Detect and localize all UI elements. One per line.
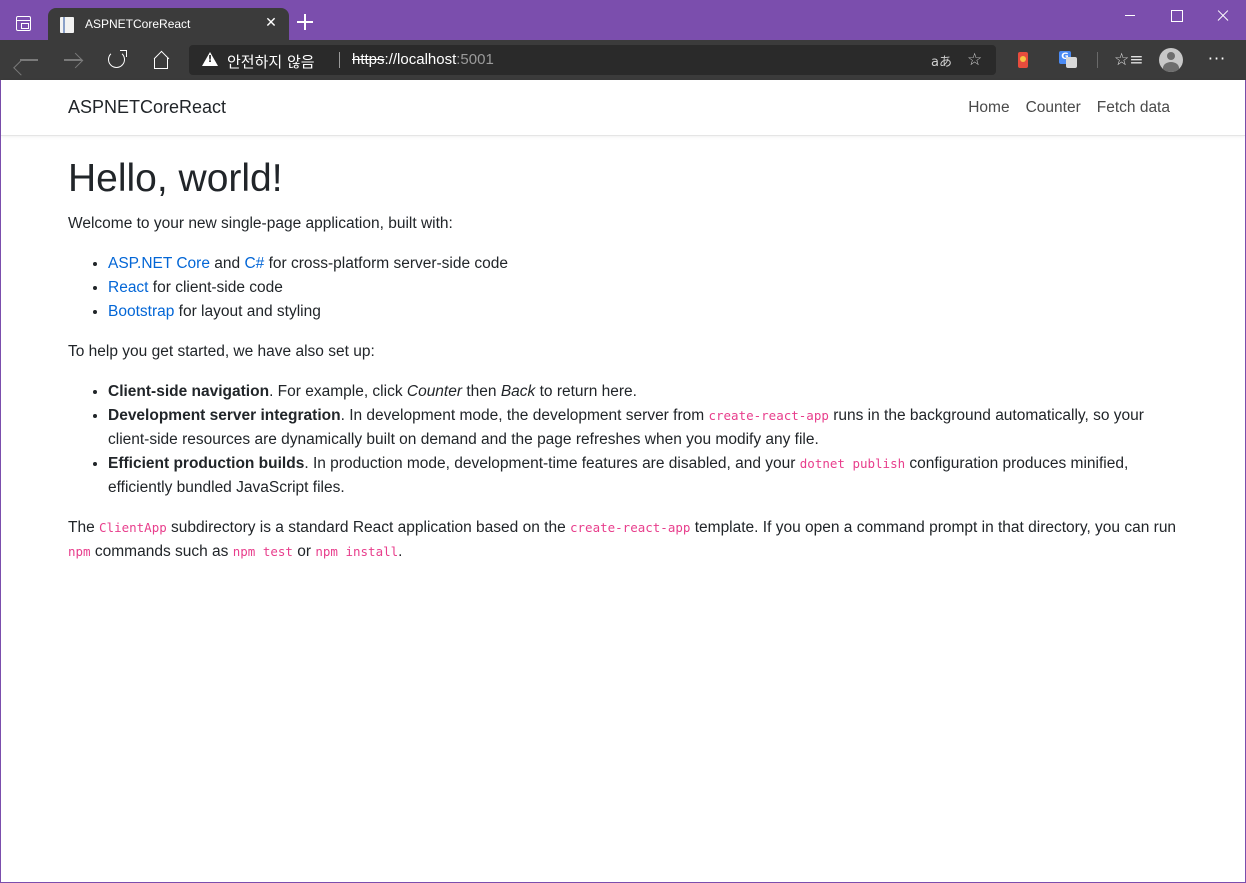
url-port: :5001 (456, 51, 494, 68)
setup-intro-text: To help you get started, we have also se… (68, 343, 375, 360)
app-brand[interactable]: ASPNETCoreReact (68, 97, 226, 118)
list-item: Bootstrap for layout and styling (108, 300, 1178, 324)
react-link[interactable]: React (108, 279, 149, 296)
forward-button[interactable] (61, 48, 85, 72)
forward-arrow-icon (64, 59, 82, 61)
nav-link-fetch-data[interactable]: Fetch data (1097, 99, 1170, 117)
footer-text: The (68, 519, 100, 536)
close-window-button[interactable] (1199, 0, 1245, 30)
page-favicon-icon (60, 17, 74, 33)
maximize-button[interactable] (1153, 0, 1199, 30)
footer-text: template. If you open a command prompt i… (690, 519, 1177, 536)
title-bar: ASPNETCoreReact ✕ (0, 0, 1246, 41)
web-page: ASPNETCoreReact Home Counter Fetch data … (1, 80, 1245, 882)
back-arrow-icon (20, 59, 38, 61)
tab-title: ASPNETCoreReact (85, 17, 191, 31)
feature-title: Development server integration (108, 407, 341, 424)
address-bar[interactable]: 안전하지 않음 https://localhost:5001 aあ ☆ (189, 45, 996, 75)
address-divider (339, 52, 340, 68)
tab-close-icon[interactable]: ✕ (263, 15, 279, 31)
tab-active[interactable]: ASPNETCoreReact ✕ (48, 8, 289, 41)
tab-actions-icon[interactable] (16, 16, 31, 31)
feature-emphasis: Back (500, 383, 536, 400)
favorites-icon[interactable]: ☆≡ (1114, 48, 1143, 72)
list-item-text: for client-side code (148, 279, 283, 296)
feature-text: . In development mode, the development s… (340, 407, 709, 424)
feature-text: to return here. (535, 383, 637, 400)
footer-text: subdirectory is a standard React applica… (166, 519, 570, 536)
extension-icon[interactable] (1014, 50, 1032, 70)
nav-link-counter[interactable]: Counter (1026, 99, 1081, 117)
code-snippet: create-react-app (570, 520, 691, 535)
profile-avatar[interactable] (1159, 48, 1183, 72)
list-item: React for client-side code (108, 276, 1178, 300)
url-scheme: https (352, 51, 385, 68)
list-item-text: for cross-platform server-side code (264, 255, 509, 272)
footer-text: . (398, 543, 403, 560)
toolbar-divider (1097, 52, 1098, 68)
new-tab-icon[interactable] (296, 13, 314, 31)
read-aloud-icon[interactable]: aあ (931, 51, 952, 70)
list-item: Client-side navigation. For example, cli… (108, 380, 1178, 404)
list-item-text: and (209, 255, 245, 272)
code-snippet: create-react-app (708, 408, 829, 423)
add-favorite-icon[interactable]: ☆ (967, 50, 982, 70)
refresh-icon (108, 50, 127, 68)
warning-icon[interactable] (202, 52, 218, 66)
list-item-text: for layout and styling (174, 303, 321, 320)
list-item: Efficient production builds. In producti… (108, 452, 1178, 500)
browser-toolbar: 안전하지 않음 https://localhost:5001 aあ ☆ ☆≡ ·… (0, 40, 1246, 80)
code-snippet: npm install (315, 544, 399, 559)
footer-paragraph: The ClientApp subdirectory is a standard… (68, 516, 1178, 564)
footer-text: or (292, 543, 316, 560)
feature-text: then (462, 383, 501, 400)
bootstrap-link[interactable]: Bootstrap (108, 303, 174, 320)
url-separator: :// (384, 51, 398, 68)
home-icon-body (154, 58, 168, 69)
url-text[interactable]: https://localhost:5001 (352, 51, 494, 68)
aspnet-core-link[interactable]: ASP.NET Core (108, 255, 210, 272)
page-heading: Hello, world! (68, 157, 283, 200)
list-item: Development server integration. In devel… (108, 404, 1178, 452)
main-content: Hello, world! Welcome to your new single… (68, 156, 1178, 580)
minimize-button[interactable] (1107, 0, 1153, 30)
csharp-link[interactable]: C# (244, 255, 264, 272)
more-menu-icon[interactable]: ··· (1205, 48, 1229, 72)
code-snippet: ClientApp (99, 520, 167, 535)
security-status-text[interactable]: 안전하지 않음 (227, 51, 315, 72)
code-snippet: npm (68, 544, 91, 559)
features-list: Client-side navigation. For example, cli… (68, 380, 1178, 500)
nav-links: Home Counter Fetch data (968, 99, 1170, 117)
footer-text: commands such as (90, 543, 233, 560)
home-button[interactable] (149, 48, 173, 72)
translate-extension-icon[interactable] (1058, 50, 1078, 70)
app-navbar: ASPNETCoreReact Home Counter Fetch data (1, 80, 1245, 136)
nav-link-home[interactable]: Home (968, 99, 1009, 117)
code-snippet: npm test (232, 544, 293, 559)
back-button[interactable] (17, 48, 41, 72)
feature-text: . In production mode, development-time f… (304, 455, 800, 472)
url-host: localhost (397, 51, 457, 68)
feature-emphasis: Counter (406, 383, 463, 400)
refresh-button[interactable] (105, 48, 129, 72)
list-item: ASP.NET Core and C# for cross-platform s… (108, 252, 1178, 276)
intro-text: Welcome to your new single-page applicat… (68, 215, 453, 232)
code-snippet: dotnet publish (799, 456, 906, 471)
feature-title: Efficient production builds (108, 455, 305, 472)
feature-text: . For example, click (269, 383, 407, 400)
built-with-list: ASP.NET Core and C# for cross-platform s… (68, 252, 1178, 324)
feature-title: Client-side navigation (108, 383, 270, 400)
